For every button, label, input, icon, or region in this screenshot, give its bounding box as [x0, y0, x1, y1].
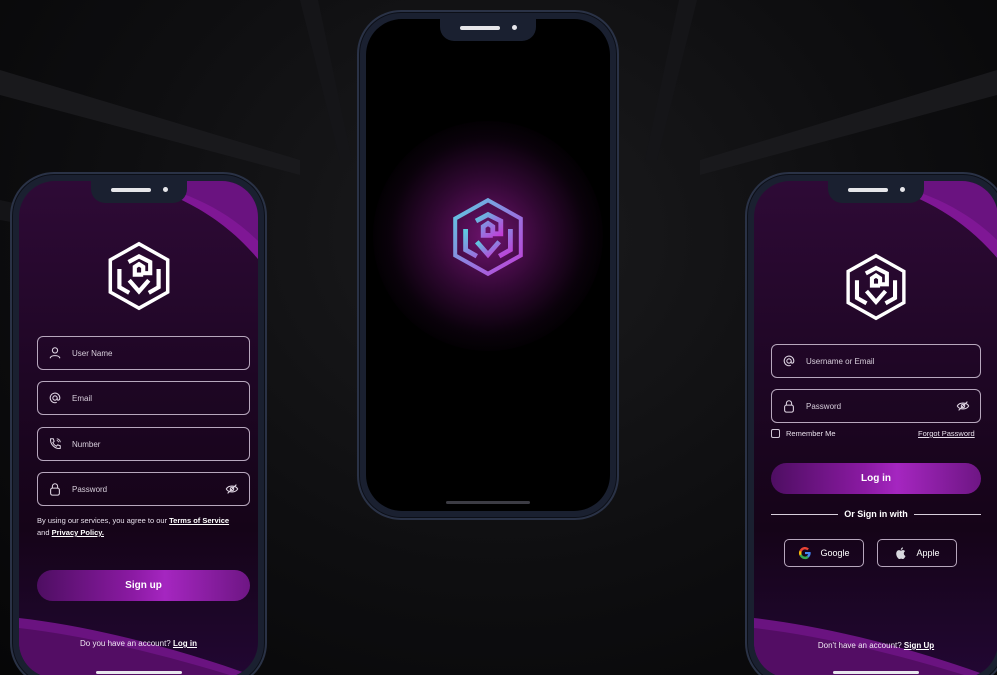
- eye-off-icon[interactable]: [225, 482, 239, 496]
- apple-button[interactable]: Apple: [877, 539, 957, 567]
- apple-label: Apple: [916, 548, 940, 558]
- forgot-password-link[interactable]: Forgot Password: [918, 429, 975, 438]
- remember-checkbox[interactable]: [771, 429, 780, 438]
- phone-notch: [440, 19, 536, 41]
- privacy-link[interactable]: Privacy Policy.: [52, 528, 104, 537]
- password-field[interactable]: Password: [37, 472, 250, 506]
- logo-icon: [846, 253, 906, 321]
- phone-notch: [828, 181, 924, 203]
- number-placeholder: Number: [72, 439, 101, 449]
- login-button[interactable]: Log in: [771, 463, 981, 494]
- splash-screen: [366, 19, 610, 511]
- lock-icon: [50, 483, 60, 496]
- google-icon: [799, 546, 812, 560]
- home-indicator: [833, 671, 919, 674]
- home-indicator: [446, 501, 530, 504]
- login-screen: Username or Email Password Remember Me F…: [754, 181, 997, 675]
- email-field[interactable]: Email: [37, 381, 250, 415]
- username-placeholder: User Name: [72, 348, 113, 358]
- google-label: Google: [820, 548, 850, 558]
- at-icon: [49, 392, 61, 404]
- terms-text: By using our services, you agree to our …: [37, 516, 230, 537]
- or-sign-in-divider: Or Sign in with: [771, 509, 981, 519]
- phone-icon: [50, 438, 61, 449]
- logo-icon: [108, 241, 169, 311]
- user-icon: [49, 347, 61, 359]
- signup-link[interactable]: Sign Up: [904, 641, 934, 650]
- number-field[interactable]: Number: [37, 427, 250, 461]
- login-phone: Username or Email Password Remember Me F…: [745, 172, 997, 675]
- home-indicator: [95, 671, 182, 674]
- username-email-placeholder: Username or Email: [806, 356, 875, 366]
- signup-phone: User Name Email Number Password By using…: [10, 172, 267, 675]
- at-icon: [783, 355, 795, 367]
- password-placeholder: Password: [72, 484, 108, 494]
- lock-icon: [784, 400, 794, 413]
- username-field[interactable]: User Name: [37, 336, 250, 370]
- login-link[interactable]: Log in: [173, 639, 197, 648]
- password-field[interactable]: Password: [771, 389, 981, 423]
- password-placeholder: Password: [806, 401, 842, 411]
- signup-footer: Do you have an account? Log in: [80, 639, 197, 648]
- phone-notch: [90, 181, 187, 203]
- splash-phone: [357, 10, 619, 520]
- logo-icon: [453, 197, 523, 277]
- eye-off-icon[interactable]: [956, 399, 970, 413]
- apple-icon: [896, 547, 907, 560]
- remember-label: Remember Me: [786, 429, 836, 438]
- email-placeholder: Email: [72, 393, 93, 403]
- signup-screen: User Name Email Number Password By using…: [19, 181, 258, 675]
- username-email-field[interactable]: Username or Email: [771, 344, 981, 378]
- signup-button[interactable]: Sign up: [37, 570, 250, 601]
- terms-link[interactable]: Terms of Service: [169, 516, 229, 525]
- google-button[interactable]: Google: [784, 539, 864, 567]
- remember-me[interactable]: Remember Me: [771, 429, 836, 438]
- login-footer: Don't have an account? Sign Up: [817, 641, 935, 650]
